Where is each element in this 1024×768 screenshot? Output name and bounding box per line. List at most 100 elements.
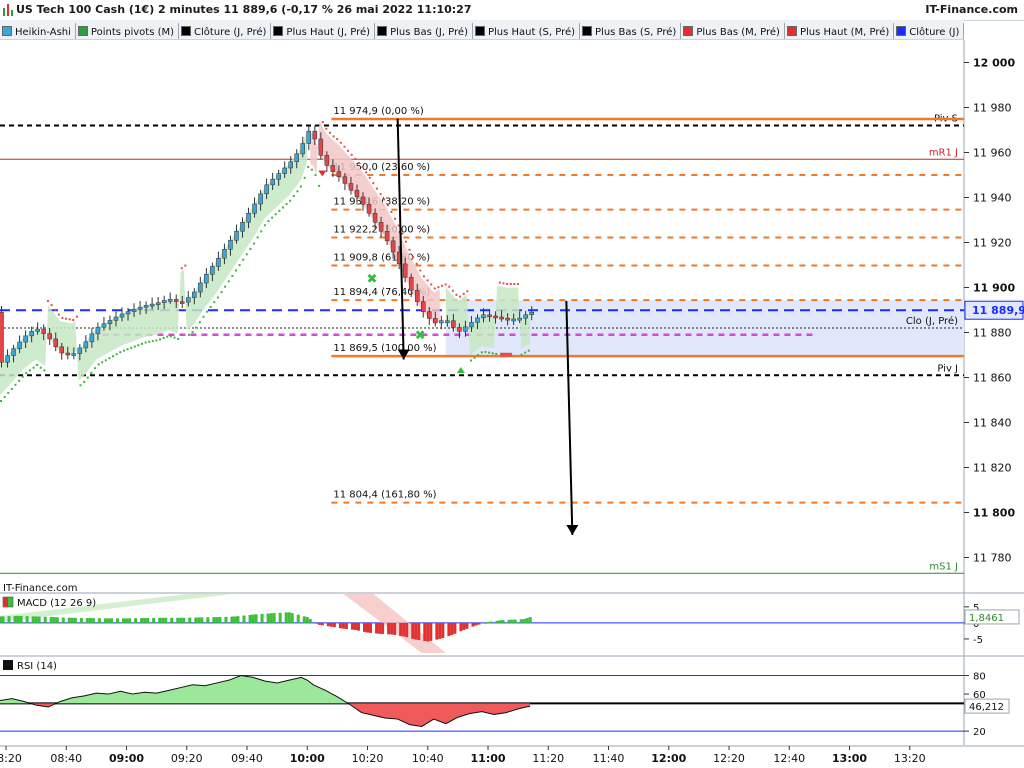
- macd-bar: [453, 622, 457, 634]
- stop-dot: [527, 349, 530, 352]
- y-tick-label: 11 960: [973, 147, 1012, 160]
- macd-bar: [332, 622, 336, 628]
- candle-body: [216, 258, 221, 267]
- stop-dot: [422, 275, 425, 278]
- stop-dot: [509, 283, 512, 285]
- candle-body: [342, 176, 348, 184]
- stop-dot: [79, 384, 82, 387]
- candle-body: [408, 277, 414, 291]
- x-tick-label: 13:20: [894, 752, 926, 765]
- stop-dot: [321, 121, 324, 123]
- macd-bar: [260, 613, 264, 623]
- candle-body: [234, 231, 239, 241]
- candle-body: [198, 282, 203, 293]
- macd-bar: [525, 618, 529, 623]
- macd-bar: [350, 622, 354, 630]
- macd-bar: [134, 618, 138, 623]
- stop-dot: [303, 176, 306, 179]
- rsi-swatch-icon: [3, 660, 13, 670]
- candle-body: [324, 155, 330, 166]
- stop-dot: [253, 242, 256, 245]
- macd-tick-label: -5: [973, 635, 983, 646]
- candle-body: [89, 333, 95, 343]
- fib-label: 11 974,9 (0,00 %): [333, 106, 424, 117]
- candle-body: [421, 301, 426, 312]
- rsi-title: RSI (14): [17, 661, 57, 672]
- macd-bar: [510, 619, 514, 623]
- macd-bar: [356, 622, 360, 631]
- y-tick-label: 11 800: [973, 507, 1015, 520]
- candle-body: [318, 138, 324, 156]
- pivot-label: mR1 J: [929, 147, 958, 158]
- price-pane: 12 000 11 980 11 960 11 940 11 920 11 900 11 8…: [0, 40, 1024, 745]
- macd-bar: [528, 617, 532, 623]
- stop-dot: [383, 198, 386, 201]
- macd-last-value: 1,8461: [969, 613, 1004, 624]
- candle-body: [252, 203, 257, 214]
- stop-dot: [520, 353, 523, 356]
- chart-canvas[interactable]: 12 000 11 980 11 960 11 940 11 920 11 900 11 8…: [0, 0, 1024, 768]
- stop-dot: [336, 138, 339, 141]
- macd-bar: [426, 622, 430, 642]
- x-tick-label: 12:40: [773, 752, 805, 765]
- macd-bar: [429, 622, 433, 641]
- stop-dot: [104, 359, 107, 362]
- stop-dot: [61, 316, 64, 319]
- stop-dot: [441, 284, 444, 287]
- x-tick-label: 10:20: [352, 752, 384, 765]
- stop-dot: [375, 187, 378, 190]
- stop-dot: [3, 395, 6, 398]
- macd-bar: [0, 616, 2, 623]
- candle-body: [5, 355, 10, 363]
- stop-dot: [245, 253, 248, 256]
- macd-bar: [19, 615, 23, 623]
- macd-bar: [411, 622, 415, 639]
- macd-bar: [390, 622, 394, 635]
- stop-dot: [72, 319, 75, 321]
- macd-bar: [320, 622, 324, 626]
- macd-bar: [161, 617, 165, 623]
- cross-marker-icon: ✖: [367, 272, 378, 287]
- macd-bar: [465, 622, 469, 629]
- macd-bar: [441, 622, 445, 638]
- stop-dot: [75, 315, 78, 318]
- macd-bar: [97, 618, 101, 623]
- macd-bar: [369, 622, 373, 633]
- candle-body: [481, 314, 486, 319]
- macd-bar: [55, 617, 59, 623]
- stop-dot: [267, 220, 270, 222]
- rsi-pane: 80602046,212RSI (14): [0, 660, 1010, 738]
- stop-dot: [404, 240, 407, 243]
- candle-body: [53, 338, 58, 348]
- stop-dot: [386, 204, 389, 207]
- macd-bar: [272, 613, 276, 623]
- macd-bar: [522, 619, 526, 623]
- x-tick-label: 11:40: [593, 752, 625, 765]
- stop-dot: [430, 283, 433, 286]
- candle-body: [529, 312, 534, 316]
- rsi-area-below: [0, 703, 531, 727]
- candle-body: [101, 323, 107, 328]
- stop-dot: [473, 356, 476, 359]
- macd-bar: [34, 616, 38, 623]
- macd-bar: [88, 618, 92, 623]
- stop-dot: [310, 168, 313, 171]
- stop-dot: [140, 342, 143, 345]
- x-tick-label: 10:00: [290, 752, 325, 765]
- macd-bar: [317, 622, 321, 625]
- stop-dot: [46, 300, 49, 303]
- macd-bar: [103, 618, 107, 623]
- stop-dot: [191, 331, 194, 334]
- stop-dot: [187, 333, 190, 336]
- stop-dot: [238, 264, 241, 267]
- macd-bar: [393, 622, 397, 635]
- macd-bar: [266, 613, 270, 623]
- stop-dot: [216, 296, 219, 299]
- stop-dot: [325, 127, 328, 130]
- macd-bar: [302, 616, 306, 623]
- stop-dot: [263, 224, 266, 227]
- stop-dot: [198, 321, 201, 324]
- stop-dot: [155, 339, 158, 342]
- macd-bar: [31, 616, 35, 623]
- candle-body: [149, 303, 155, 307]
